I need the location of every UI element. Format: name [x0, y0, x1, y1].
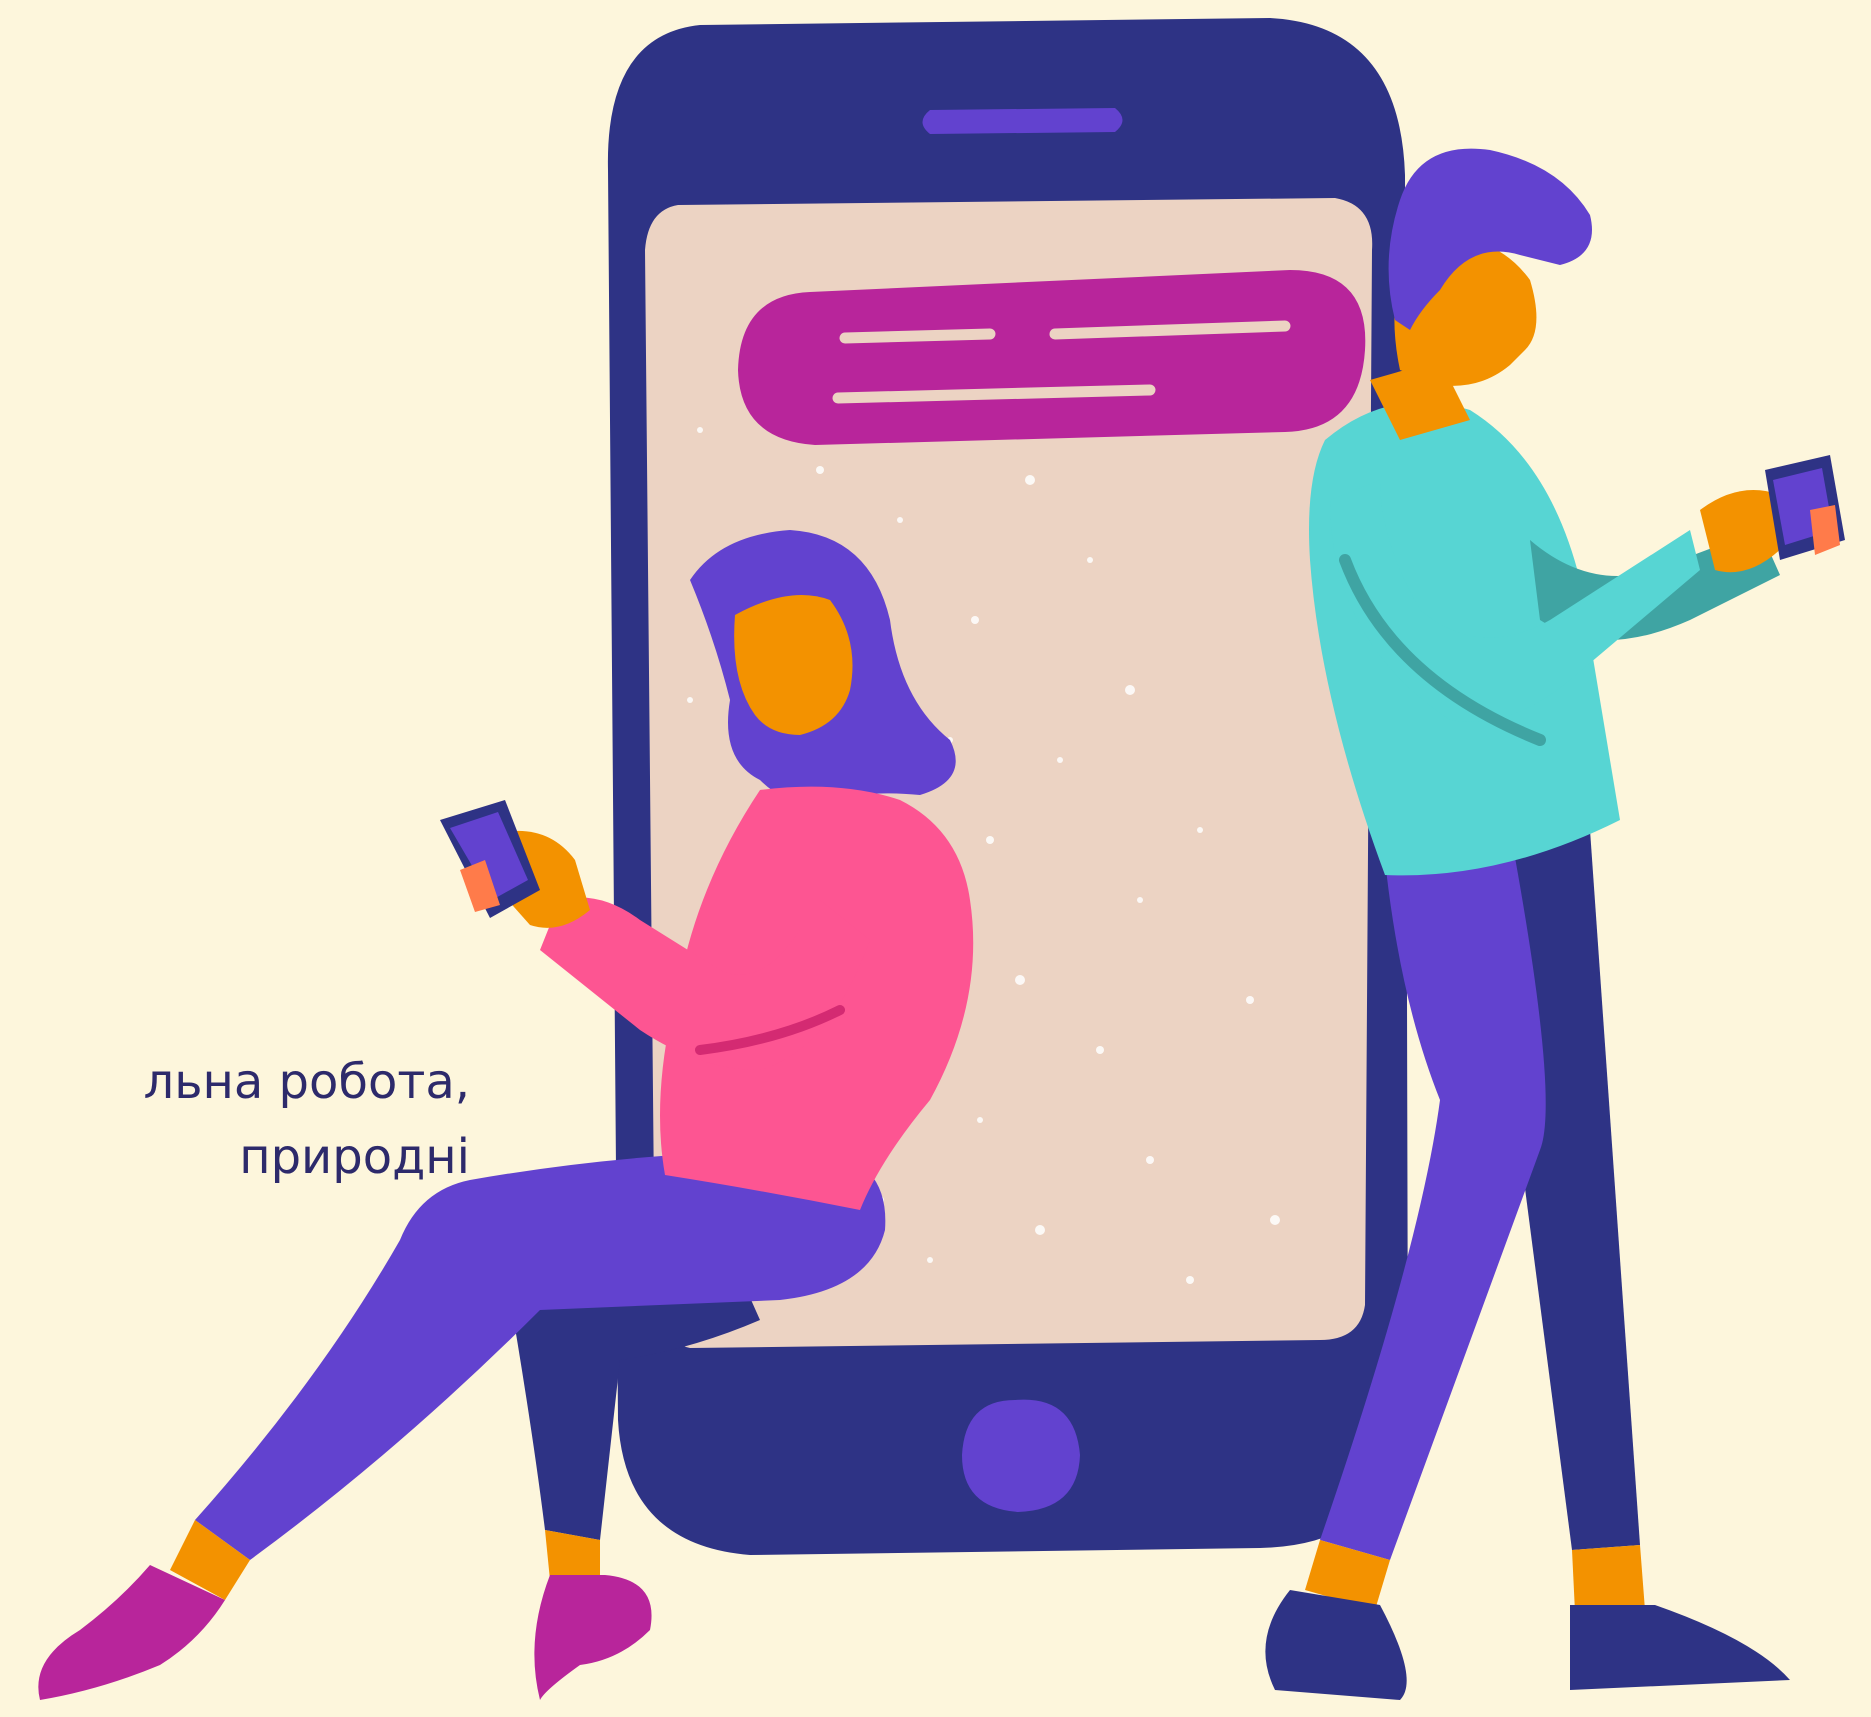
man-back-shoe: [1570, 1605, 1790, 1690]
phone-notch: [922, 108, 1123, 134]
man-front-shoe: [1265, 1590, 1407, 1700]
phone-people-illustration: [38, 18, 1845, 1700]
chat-bubble-icon: [738, 270, 1366, 445]
phone-home-button: [962, 1399, 1080, 1512]
woman-front-shoe: [38, 1565, 226, 1700]
woman-back-shoe: [534, 1575, 652, 1700]
man-ankle-back: [1572, 1545, 1645, 1612]
